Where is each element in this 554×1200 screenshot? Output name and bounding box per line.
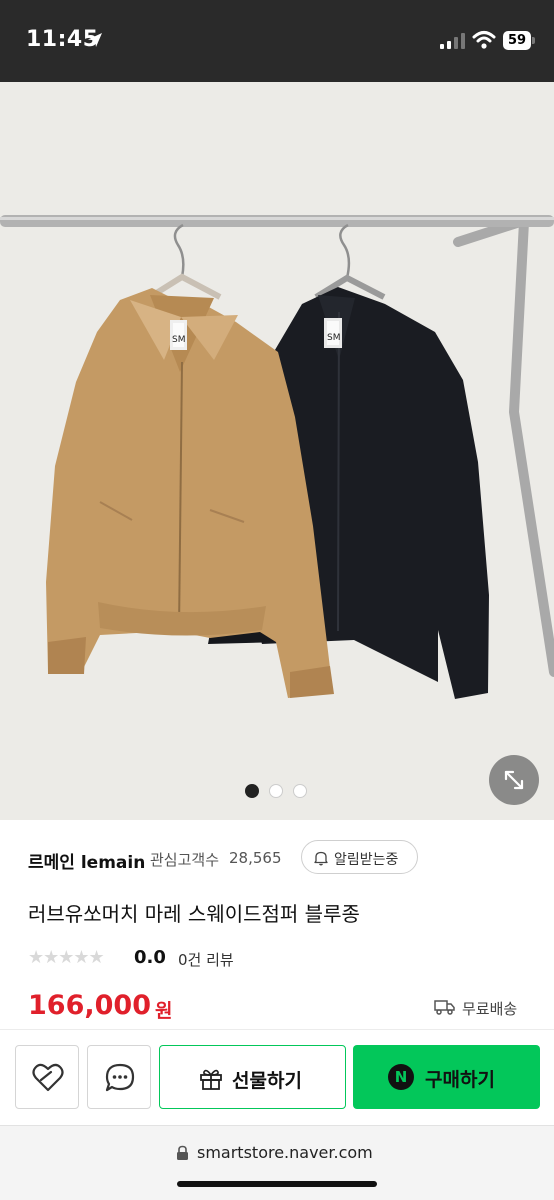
url-text: smartstore.naver.com [197, 1143, 373, 1162]
review-count[interactable]: 0건 리뷰 [178, 949, 234, 970]
chat-icon [105, 1063, 135, 1092]
expand-icon [504, 770, 524, 790]
browser-url-bar[interactable]: smartstore.naver.com [0, 1125, 554, 1200]
wifi-icon [472, 31, 496, 49]
svg-text:SM: SM [172, 335, 185, 345]
store-name[interactable]: 르메인 lemain [28, 848, 145, 873]
alarm-button[interactable]: 알림받는중 [301, 840, 418, 874]
status-bar: 11:45 59 [0, 0, 554, 82]
wishlist-button[interactable] [15, 1045, 79, 1109]
gift-button[interactable]: 선물하기 [159, 1045, 346, 1109]
bell-icon [314, 851, 328, 866]
shipping-label: 무료배송 [462, 1000, 518, 1018]
followers-label: 관심고객수 [150, 851, 220, 869]
store-row: 르메인 lemain 관심고객수 28,565 알림받는중 [28, 840, 528, 876]
carousel-dot[interactable] [245, 784, 259, 798]
carousel-dot[interactable] [293, 784, 307, 798]
battery-indicator: 59 [503, 31, 531, 50]
expand-button[interactable] [489, 755, 539, 805]
truck-icon [434, 1000, 455, 1015]
svg-text:SM: SM [327, 333, 340, 343]
buy-button[interactable]: N 구매하기 [353, 1045, 540, 1109]
product-image[interactable]: SM SM [0, 82, 554, 820]
rating-value: 0.0 [134, 947, 166, 968]
product-title: 러브유쏘머치 마레 스웨이드점퍼 블루종 [28, 902, 360, 926]
carousel-indicator [245, 784, 309, 798]
battery-tip [532, 37, 535, 44]
price-row: 166,000 원 무료배송 [28, 990, 528, 1026]
rating-row[interactable]: ★★★★★ 0.0 0건 리뷰 [28, 946, 428, 972]
lock-icon [177, 1145, 188, 1160]
price-currency: 원 [155, 1000, 173, 1022]
product-photo: SM SM [0, 82, 554, 820]
naver-pay-icon: N [388, 1064, 414, 1090]
alarm-label: 알림받는중 [334, 852, 399, 868]
gift-icon [200, 1069, 222, 1090]
home-indicator [177, 1181, 377, 1187]
price: 166,000 [28, 990, 151, 1021]
buy-label: 구매하기 [425, 1069, 495, 1091]
carousel-dot[interactable] [269, 784, 283, 798]
heart-icon [32, 1063, 64, 1092]
talk-button[interactable] [87, 1045, 151, 1109]
signal-icon [440, 33, 465, 49]
gift-label: 선물하기 [232, 1070, 302, 1092]
followers-count: 28,565 [229, 849, 282, 867]
rating-stars: ★★★★★ [28, 947, 105, 968]
action-bar: 선물하기 N 구매하기 [0, 1029, 554, 1125]
location-arrow-icon [88, 33, 102, 47]
